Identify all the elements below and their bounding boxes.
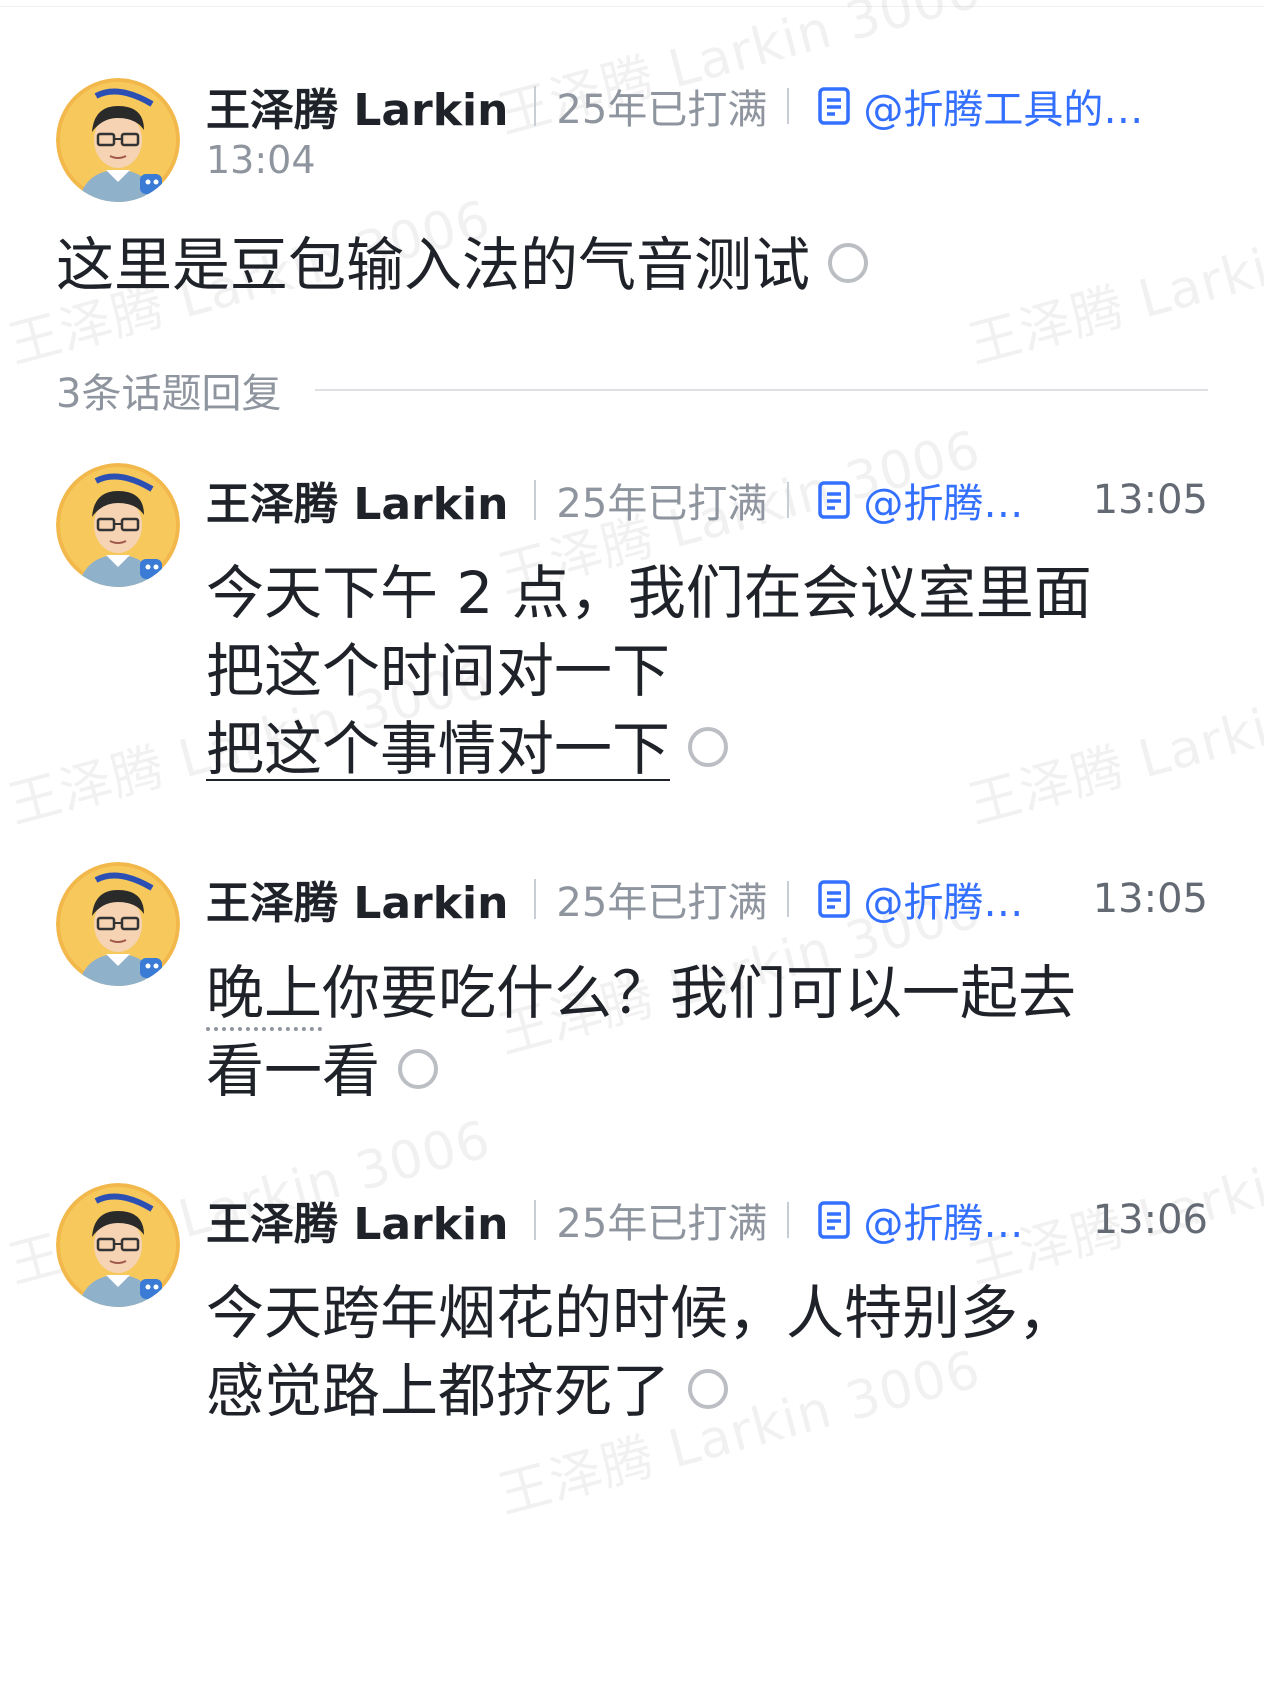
doc-link[interactable]: @折腾工... [863, 471, 1053, 529]
divider [534, 879, 537, 919]
author-signature: 25年已打满 [556, 1201, 768, 1247]
message-line: 你要吃什么？我们可以一起去 [322, 959, 1077, 1027]
divider [787, 88, 790, 124]
message-body: 今天下午 2 点，我们在会议室里面 把这个时间对一下 把这个事情对一下 [206, 554, 1092, 788]
read-status-icon [828, 242, 869, 283]
doc-icon [818, 880, 851, 918]
message-line: 今天下午 2 点，我们在会议室里面 [206, 559, 1092, 627]
message-time: 13:06 [1092, 1197, 1208, 1243]
message-body: 今天跨年烟花的时候，人特别多， 感觉路上都挤死了 [206, 1274, 1076, 1430]
author-name[interactable]: 王泽腾 Larkin [206, 1188, 508, 1252]
message-line: 把这个事情对一下 [206, 715, 671, 783]
watermark: 王泽腾 Larkin 3006 [962, 190, 1264, 376]
divider [534, 1200, 537, 1240]
author-signature: 25年已打满 [556, 481, 768, 527]
author-signature: 25年已打满 [556, 880, 768, 926]
avatar[interactable] [56, 463, 180, 587]
message-body: 晚上你要吃什么？我们可以一起去 看一看 [206, 954, 1076, 1110]
avatar[interactable] [56, 1183, 180, 1307]
doc-link[interactable]: @折腾工... [863, 1191, 1053, 1249]
doc-link[interactable]: @折腾工具的泽... [863, 77, 1163, 135]
doc-icon [818, 1201, 851, 1239]
divider [787, 1202, 790, 1238]
author-signature: 25年已打满 [556, 87, 768, 133]
read-status-icon [688, 1368, 729, 1409]
divider [534, 86, 537, 126]
message-line: 感觉路上都挤死了 [206, 1357, 671, 1425]
avatar[interactable] [56, 78, 180, 202]
author-name[interactable]: 王泽腾 Larkin [206, 867, 508, 931]
message-header: 王泽腾 Larkin 25年已打满 @折腾工... [206, 470, 1053, 530]
thread-reply-count[interactable]: 3条话题回复 [56, 360, 1208, 420]
avatar[interactable] [56, 862, 180, 986]
author-name[interactable]: 王泽腾 Larkin [206, 74, 508, 138]
message-header: 王泽腾 Larkin 25年已打满 @折腾工... [206, 1190, 1053, 1250]
spelling-hint[interactable]: 晚上 [206, 959, 323, 1031]
message-body: 这里是豆包输入法的气音测试 [56, 226, 869, 304]
doc-icon [818, 87, 851, 125]
top-divider [0, 6, 1264, 7]
message-text: 这里是豆包输入法的气音测试 [56, 231, 811, 299]
divider [534, 480, 537, 520]
doc-icon [818, 481, 851, 519]
divider [787, 482, 790, 518]
author-name[interactable]: 王泽腾 Larkin [206, 468, 508, 532]
message-header: 王泽腾 Larkin 25年已打满 @折腾工... [206, 869, 1053, 929]
message-line: 看一看 [206, 1037, 381, 1105]
read-status-icon [398, 1048, 439, 1089]
thread-divider [315, 389, 1208, 391]
divider [787, 881, 790, 917]
message-line: 把这个时间对一下 [206, 637, 671, 705]
message-time: 13:05 [1092, 876, 1208, 922]
message-time: 13:04 [206, 138, 316, 182]
message-line: 今天跨年烟花的时候，人特别多， [206, 1279, 1077, 1347]
thread-label: 3条话题回复 [56, 371, 282, 417]
doc-link[interactable]: @折腾工... [863, 870, 1053, 928]
read-status-icon [688, 726, 729, 767]
message-header: 王泽腾 Larkin 25年已打满 @折腾工具的泽... [206, 76, 1163, 136]
message-time: 13:05 [1092, 477, 1208, 523]
